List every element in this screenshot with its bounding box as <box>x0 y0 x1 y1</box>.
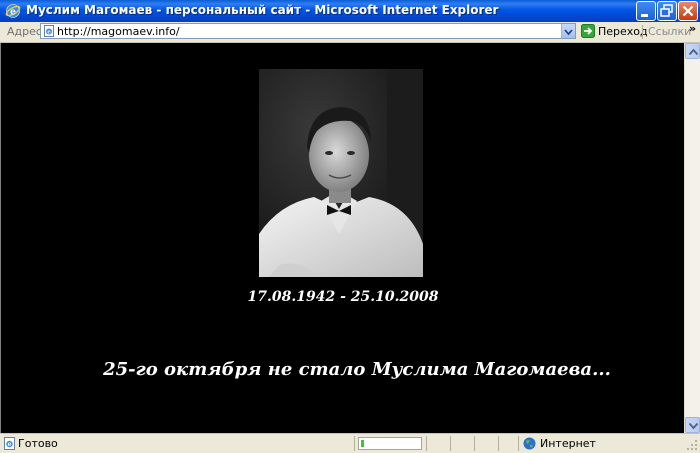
minimize-button[interactable] <box>636 1 656 21</box>
portrait-photo <box>259 69 423 277</box>
window-title: Муслим Магомаев - персональный сайт - Mi… <box>26 3 499 17</box>
maximize-button[interactable] <box>657 1 677 21</box>
arrow-up-icon <box>688 48 699 56</box>
progress-bar <box>358 437 422 450</box>
status-divider <box>426 436 427 451</box>
status-divider <box>498 436 499 451</box>
toolbar-divider <box>642 25 643 39</box>
minimize-icon <box>641 14 648 17</box>
page-done-icon: e <box>4 437 15 450</box>
scroll-up-button[interactable] <box>685 43 700 59</box>
scroll-down-button[interactable] <box>685 417 700 433</box>
toolbar-overflow-chevron-icon[interactable]: » <box>689 22 696 35</box>
status-divider <box>474 436 475 451</box>
go-arrow-icon <box>581 24 595 38</box>
status-bar: e Готово Интернет <box>0 433 700 453</box>
vertical-scrollbar[interactable] <box>684 43 700 433</box>
resize-grip-icon[interactable] <box>686 439 698 451</box>
svg-text:e: e <box>8 441 12 448</box>
page-viewport: 17.08.1942 - 25.10.2008 25-го октября не… <box>0 43 684 433</box>
go-button[interactable]: Переход <box>580 23 648 40</box>
address-toolbar: Адрес: e http://magomaev.info/ Переход С… <box>0 22 700 43</box>
life-dates: 17.08.1942 - 25.10.2008 <box>247 289 439 305</box>
svg-text:e: e <box>47 30 51 36</box>
ie-window: e Муслим Магомаев - персональный сайт - … <box>0 0 700 453</box>
security-zone-text: Интернет <box>540 437 596 450</box>
status-text: Готово <box>18 437 58 450</box>
address-dropdown-button[interactable] <box>561 24 575 38</box>
close-icon <box>682 5 694 17</box>
status-divider <box>450 436 451 451</box>
links-button[interactable]: Ссылки <box>648 25 691 38</box>
chevron-down-icon <box>564 29 573 36</box>
arrow-down-icon <box>688 422 699 430</box>
page-icon: e <box>44 25 54 37</box>
status-divider <box>354 436 355 451</box>
internet-explorer-icon: e <box>5 4 21 18</box>
go-label: Переход <box>598 25 648 38</box>
title-bar[interactable]: e Муслим Магомаев - персональный сайт - … <box>0 0 700 22</box>
internet-zone-icon <box>523 437 536 450</box>
address-input[interactable]: e http://magomaev.info/ <box>40 23 576 39</box>
svg-text:e: e <box>10 8 16 18</box>
memorial-text: 25-го октября не стало Муслима Магомаева… <box>103 359 611 380</box>
restore-icon <box>660 4 673 17</box>
status-divider <box>518 436 519 451</box>
close-button[interactable] <box>678 1 698 21</box>
progress-fill <box>361 440 364 447</box>
address-url: http://magomaev.info/ <box>57 25 180 38</box>
